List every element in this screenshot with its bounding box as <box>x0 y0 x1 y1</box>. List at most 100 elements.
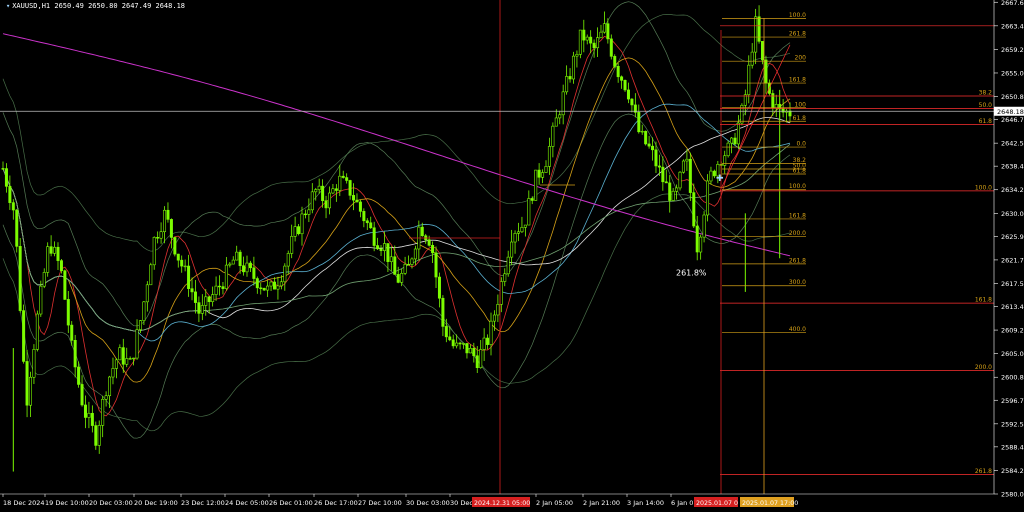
time-highlight-label: 2025.01.07 0 <box>696 500 738 507</box>
candle-body <box>637 112 641 133</box>
candle-body <box>609 38 613 57</box>
candle-body <box>331 188 335 194</box>
candle-body <box>327 192 331 209</box>
current-price-label: 2648.18 <box>997 108 1024 116</box>
fib-level-label: 100.0 <box>789 12 806 19</box>
candle-body <box>11 202 15 211</box>
candle-body <box>407 263 411 266</box>
candle-body <box>259 287 263 289</box>
candle-body <box>224 264 228 289</box>
candle-body <box>472 348 476 357</box>
candle-body <box>97 425 101 446</box>
candle-body <box>25 361 29 406</box>
candle-body <box>276 285 280 290</box>
annotations: 261.8% ✚ <box>676 174 724 278</box>
candle-body <box>66 299 70 326</box>
price-tick-label: 2605.00 <box>1001 350 1024 358</box>
candle-body <box>764 59 768 84</box>
moving-average-line <box>2 103 791 342</box>
candle-body <box>389 256 393 262</box>
candle-body <box>386 243 390 262</box>
candle-body <box>613 56 617 67</box>
candle-body <box>771 93 775 109</box>
price-tick-label: 2650.80 <box>1001 93 1024 101</box>
candle-body <box>252 267 256 279</box>
candle-body <box>111 368 115 378</box>
candle-body <box>547 146 551 167</box>
candle-body <box>582 29 586 41</box>
candle-body <box>135 329 139 359</box>
candle-body <box>83 404 87 418</box>
fib-level-label: 61.8 <box>793 168 807 175</box>
candle-body <box>431 245 435 254</box>
candle-body <box>28 376 32 406</box>
candle-body <box>149 264 153 286</box>
candle-body <box>458 342 462 345</box>
candle-body <box>190 288 194 293</box>
candle-body <box>290 236 294 254</box>
candle-body <box>730 137 734 144</box>
candle-body <box>623 80 627 91</box>
moving-average-line <box>2 143 791 332</box>
fib-level-label: 100.0 <box>789 183 806 190</box>
candle-body <box>393 256 397 275</box>
fib-level-label: 261.8 <box>789 31 806 38</box>
candle-body <box>159 231 163 239</box>
candle-body <box>321 185 325 202</box>
candle-body <box>668 182 672 201</box>
time-label: 3 Jan 14:00 <box>627 499 664 507</box>
candle-body <box>451 339 455 347</box>
candle-body <box>441 297 445 327</box>
candle-body <box>571 55 575 80</box>
candle-body <box>18 246 22 311</box>
candle-body <box>551 125 555 147</box>
candle-body <box>479 349 483 369</box>
price-tick-label: 2609.20 <box>1001 327 1024 335</box>
fib-level-label: 161.8 <box>975 297 992 304</box>
price-tick-label: 2596.70 <box>1001 397 1024 405</box>
candle-body <box>104 395 108 400</box>
candle-body <box>118 347 122 361</box>
time-label: 2 Jan 05:00 <box>536 499 573 507</box>
candle-body <box>396 274 400 283</box>
candle-body <box>204 296 208 306</box>
candle-body <box>688 158 692 193</box>
candle-body <box>193 291 197 303</box>
candle-body <box>695 225 699 253</box>
candle-body <box>242 265 246 273</box>
fib-level-label: 38.2 <box>979 89 993 96</box>
time-highlight-label: 2025.01.07 17:00 <box>742 500 798 507</box>
candle-body <box>599 31 603 38</box>
bollinger-bands <box>2 1 791 439</box>
time-label: 23 Dec 12:00 <box>181 499 225 507</box>
fib-level-label: 61.8 <box>793 115 807 122</box>
price-tick-label: 2625.90 <box>1001 233 1024 241</box>
candle-body <box>338 175 342 191</box>
band-line <box>2 14 791 252</box>
candle-body <box>255 278 259 289</box>
candle-body <box>482 337 486 350</box>
candle-body <box>506 256 510 275</box>
fib-level-label: 200.0 <box>789 230 806 237</box>
candle-body <box>781 108 785 113</box>
fib-level-label: 161.8 <box>789 212 806 219</box>
candle-body <box>774 104 778 109</box>
candles <box>1 5 792 472</box>
price-tick-label: 2600.80 <box>1001 374 1024 382</box>
candle-body <box>585 36 589 41</box>
candle-body <box>4 168 8 187</box>
candle-body <box>675 187 679 192</box>
price-chart[interactable]: 38.2 50.0 61.8 100.0 161.8 200.0 261.8 100.0 261… <box>0 0 1024 512</box>
candle-body <box>42 272 46 287</box>
candle-body <box>63 270 67 300</box>
candle-body <box>369 222 373 229</box>
price-tick-label: 2580.00 <box>1001 491 1024 499</box>
candle-body <box>462 343 466 345</box>
candle-body <box>32 349 36 378</box>
candle-body <box>156 237 160 239</box>
candle-body <box>80 384 84 406</box>
candle-body <box>444 326 448 338</box>
candle-body <box>352 195 356 201</box>
candle-body <box>754 16 758 53</box>
candle-body <box>310 191 314 211</box>
